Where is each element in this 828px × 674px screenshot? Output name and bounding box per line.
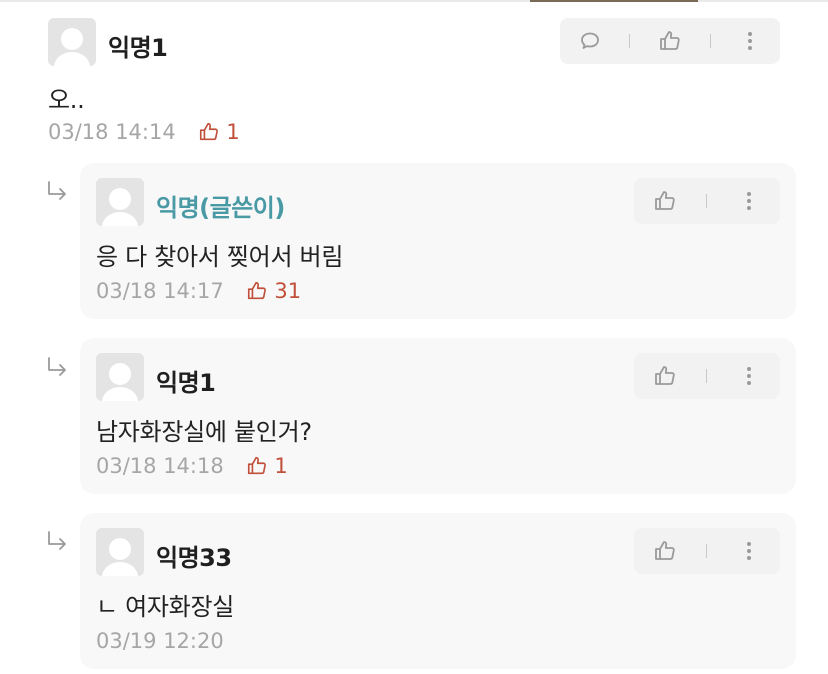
reply-button[interactable]	[570, 21, 610, 61]
comment-time: 03/18 14:14	[48, 120, 176, 144]
thumbs-up-icon	[200, 122, 219, 141]
reply-arrow-icon	[48, 357, 66, 376]
divider	[706, 194, 708, 208]
image-edge	[530, 0, 698, 2]
reply-time: 03/18 14:17	[96, 279, 224, 303]
thumbs-up-icon	[660, 31, 680, 50]
more-options-icon	[747, 542, 752, 560]
more-options-icon	[747, 367, 752, 385]
like-button[interactable]	[650, 21, 690, 61]
avatar	[96, 178, 144, 226]
like-count: 31	[274, 279, 302, 303]
thumbs-up-icon	[654, 191, 675, 210]
comment-author: 익명1	[108, 34, 168, 62]
like-button[interactable]	[645, 531, 685, 571]
reply-meta: 03/19 12:20	[96, 629, 224, 653]
like-count: 1	[226, 120, 240, 144]
like-count: 1	[274, 454, 288, 478]
avatar	[48, 18, 96, 66]
comment-content: 오..	[48, 86, 85, 114]
reply: 익명1 남자화장실에 붙인거? 03/18 14:18 1	[80, 338, 796, 494]
thumbs-up-icon	[654, 366, 675, 385]
more-button[interactable]	[729, 356, 769, 396]
reply-actions	[634, 353, 780, 399]
reply-author: 익명1	[156, 369, 216, 397]
comment-actions	[560, 18, 780, 64]
more-button[interactable]	[729, 531, 769, 571]
reply-author: 익명(글쓴이)	[156, 194, 285, 222]
divider	[709, 34, 711, 48]
reply-arrow-icon	[48, 181, 66, 200]
more-button[interactable]	[730, 21, 770, 61]
reply-meta: 03/18 14:18 1	[96, 454, 288, 478]
avatar	[96, 528, 144, 576]
divider	[629, 34, 631, 48]
reply-time: 03/18 14:18	[96, 454, 224, 478]
thumbs-up-icon	[248, 456, 267, 475]
reply-meta: 03/18 14:17 31	[96, 279, 301, 303]
reply: 익명33 ㄴ 여자화장실 03/19 12:20	[80, 513, 796, 669]
like-button[interactable]	[645, 356, 685, 396]
avatar	[96, 353, 144, 401]
reply-time: 03/19 12:20	[96, 629, 224, 653]
reply: 익명(글쓴이) 응 다 찾아서 찢어서 버림 03/18 14:17 31	[80, 163, 796, 319]
comment-meta: 03/18 14:14 1	[48, 120, 240, 144]
more-options-icon	[748, 32, 753, 50]
top-divider	[0, 0, 828, 2]
like-button[interactable]	[645, 181, 685, 221]
reply-actions	[634, 528, 780, 574]
comment-icon	[580, 32, 599, 49]
thumbs-up-icon	[654, 541, 675, 560]
reply-content: 남자화장실에 붙인거?	[96, 418, 312, 446]
thumbs-up-icon	[248, 281, 267, 300]
more-button[interactable]	[729, 181, 769, 221]
more-options-icon	[747, 192, 752, 210]
reply-content: 응 다 찾아서 찢어서 버림	[96, 243, 344, 271]
reply-actions	[634, 178, 780, 224]
divider	[706, 544, 708, 558]
reply-arrow-icon	[48, 531, 66, 550]
divider	[706, 369, 708, 383]
reply-author: 익명33	[156, 544, 232, 572]
reply-content: ㄴ 여자화장실	[96, 593, 235, 621]
